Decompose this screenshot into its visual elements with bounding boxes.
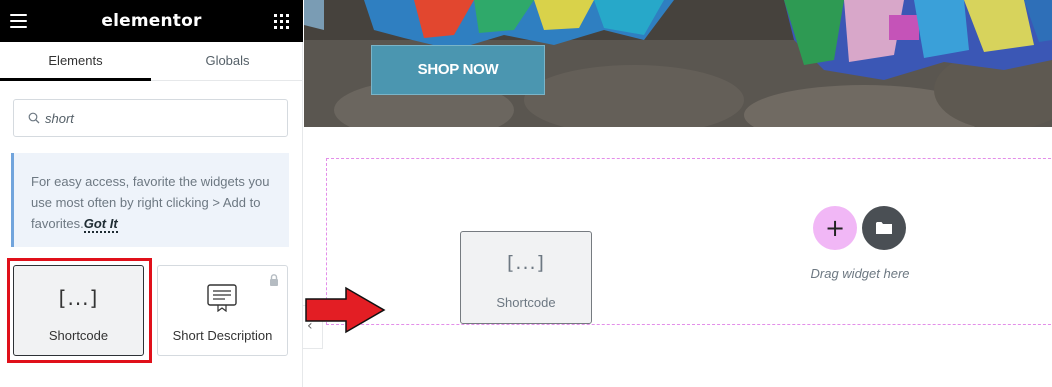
lock-icon (270, 274, 278, 286)
folder-icon (876, 222, 892, 234)
shortcode-icon: [...] (507, 252, 545, 274)
widget-drop-zone[interactable] (326, 158, 1052, 325)
tab-globals[interactable]: Globals (152, 42, 303, 81)
widget-label: Short Description (172, 328, 273, 343)
add-section-button[interactable]: + (813, 206, 857, 250)
panel-header: elementor (0, 0, 303, 42)
elements-panel: elementor Elements Globals For easy acce… (0, 0, 303, 387)
red-arrow-annotation (305, 286, 386, 334)
description-icon (207, 284, 237, 312)
shop-now-button[interactable]: SHOP NOW (371, 45, 545, 95)
dragging-shortcode-widget[interactable]: [...] Shortcode (460, 231, 592, 324)
grid-apps-icon[interactable] (274, 14, 289, 29)
template-library-button[interactable] (862, 206, 906, 250)
got-it-link[interactable]: Got It (83, 216, 118, 233)
drag-widget-hint: Drag widget here (810, 266, 910, 281)
widget-short-description[interactable]: Short Description (157, 265, 288, 356)
widget-search[interactable] (13, 99, 288, 137)
panel-tabs: Elements Globals (0, 42, 303, 81)
search-icon (28, 112, 40, 124)
highlight-box (7, 258, 152, 363)
brand-logo: elementor (101, 11, 202, 31)
dragging-widget-label: Shortcode (496, 295, 556, 310)
notice-text: For easy access, favorite the widgets yo… (31, 174, 270, 231)
elementor-editor: SHOP NOW + Drag widget here [...] Shortc… (0, 0, 1052, 387)
favorites-notice: For easy access, favorite the widgets yo… (11, 153, 289, 247)
search-input[interactable] (45, 108, 275, 128)
tab-elements[interactable]: Elements (0, 42, 151, 81)
